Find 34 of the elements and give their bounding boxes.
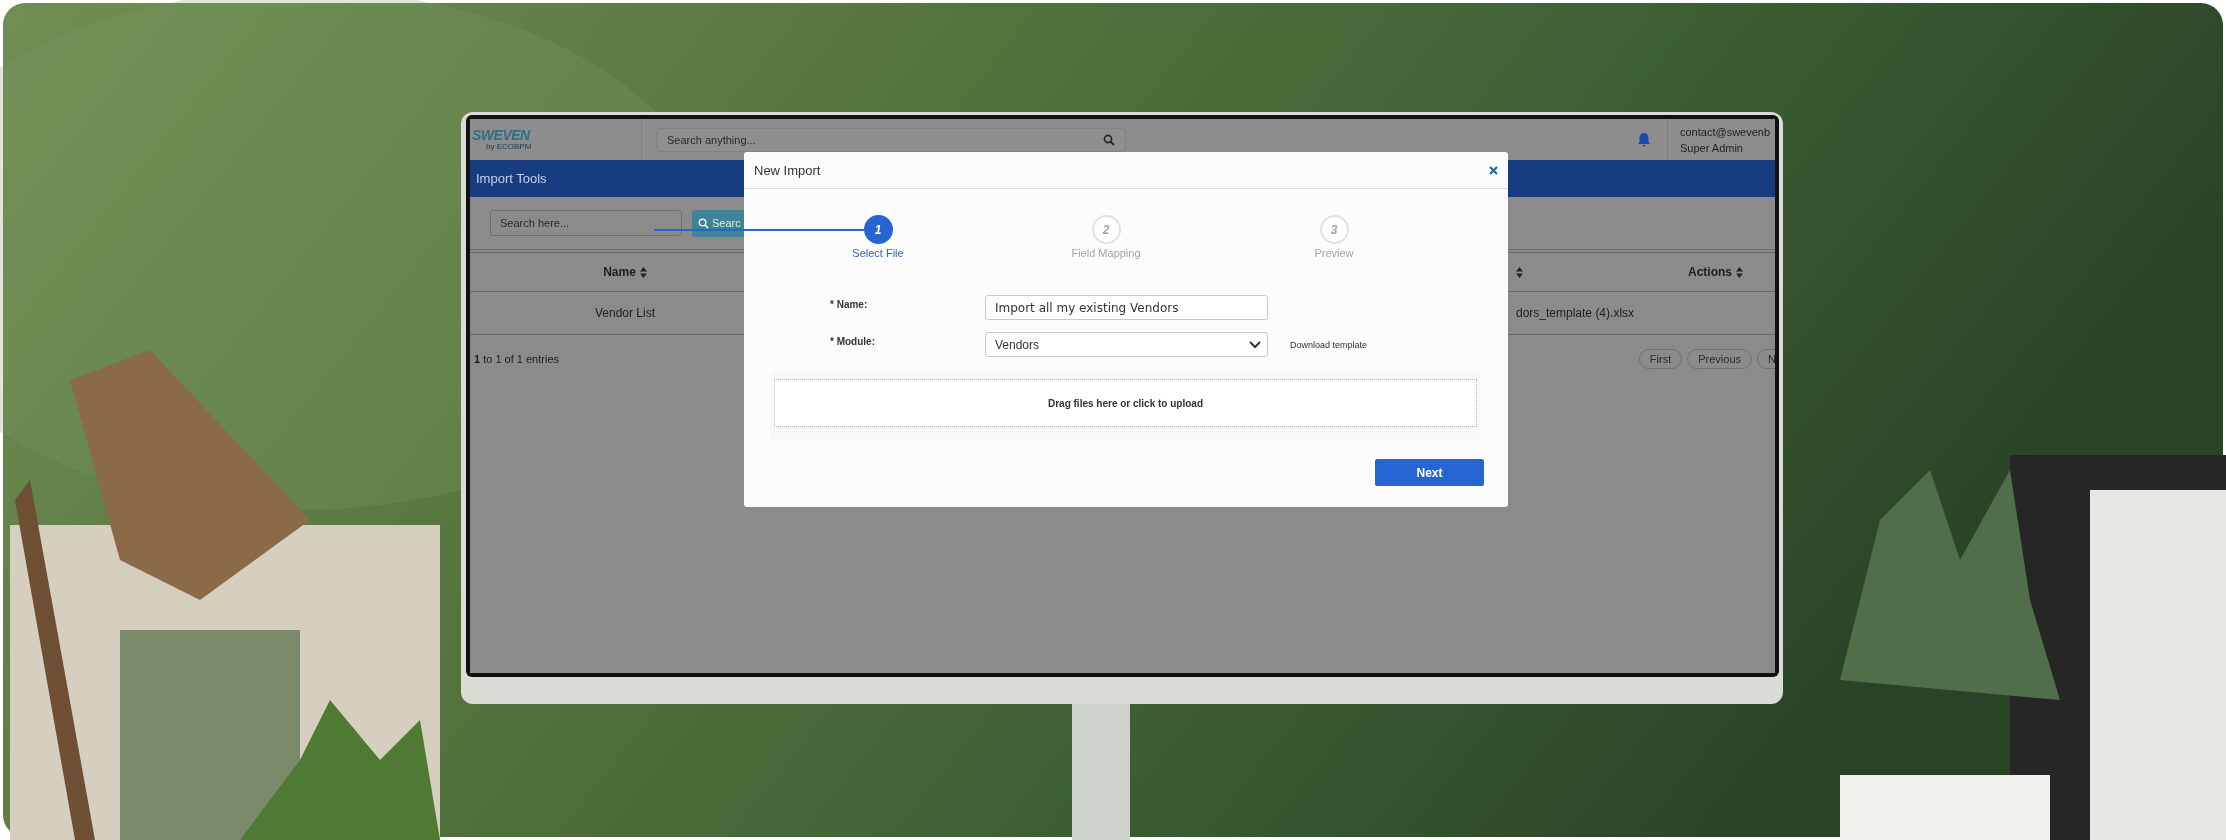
user-role: Super Admin	[1680, 140, 1744, 156]
pagination-button[interactable]: Previous	[1687, 349, 1753, 369]
entries-summary: 1 to 1 of 1 entries	[473, 353, 559, 365]
file-dropzone[interactable]: Drag files here or click to upload	[774, 379, 1477, 427]
step-circle: 2	[1091, 215, 1121, 244]
chevron-down-icon	[1249, 340, 1261, 349]
pagination-button[interactable]: N	[1757, 349, 1775, 369]
bell-icon[interactable]	[1637, 131, 1651, 148]
search-field[interactable]: Search here...	[490, 210, 682, 236]
sort-icon[interactable]	[1736, 266, 1743, 278]
search-icon[interactable]	[1103, 133, 1115, 146]
table-cell: Vendor List	[594, 306, 655, 320]
name-input[interactable]: Import all my existing Vendors	[985, 295, 1268, 320]
pagination-button[interactable]: First	[1638, 349, 1683, 369]
column-header[interactable]: Actions	[1656, 265, 1775, 279]
search-field[interactable]: Search anything...	[656, 127, 1126, 152]
next-button[interactable]: Next	[1375, 459, 1484, 486]
field-label: * Name:	[830, 298, 869, 310]
step-label: Preview	[1314, 247, 1354, 259]
user-email: contact@swevenb	[1680, 124, 1772, 140]
sort-icon[interactable]	[639, 266, 647, 278]
download-template-link[interactable]: Download template	[1268, 332, 1368, 350]
search-icon	[698, 217, 709, 229]
close-icon[interactable]	[1489, 165, 1498, 175]
step-label: Field Mapping	[1071, 247, 1141, 259]
step-label: Select File	[852, 247, 904, 259]
sort-icon[interactable]	[1516, 266, 1523, 278]
dialog-title: New Import	[754, 162, 821, 178]
step-circle: 1	[863, 215, 893, 244]
field-label: * Module:	[830, 335, 876, 347]
page-title: Import Tools	[476, 171, 547, 186]
step-circle: 3	[1319, 215, 1349, 244]
module-dropdown[interactable]: Vendors	[985, 332, 1268, 357]
table-cell: dors_template (4).xlsx	[1516, 306, 1635, 320]
